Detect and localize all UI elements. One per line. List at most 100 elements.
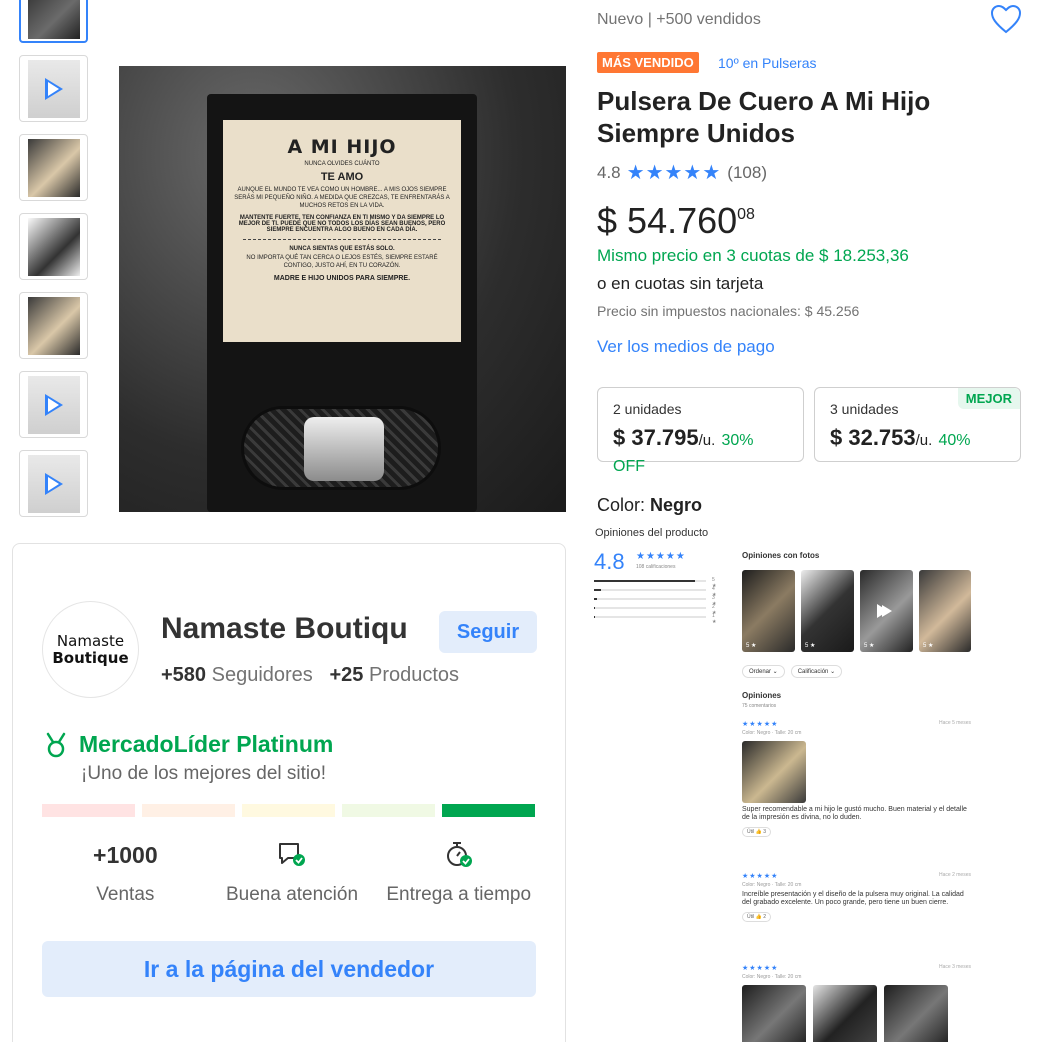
seller-name[interactable]: Namaste Boutiqu [161, 612, 408, 646]
review-stars-icon: ★★★★★ [742, 873, 779, 880]
review-photo[interactable] [742, 741, 806, 803]
review-photo[interactable] [742, 985, 806, 1042]
photo-opinions: 5 ★ 5 ★ 5 ★ 5 ★ [742, 570, 971, 652]
product-opinions: Opiniones del producto 4.8 ★★★★★ 108 cal… [593, 524, 983, 1042]
bulk-option-2[interactable]: 2 unidades $ 37.795/u. 30% OFF [597, 387, 804, 475]
card-heading: A MI HIJO [287, 136, 397, 158]
rating-summary[interactable]: 4.8 ★★★★★ (108) [597, 160, 767, 185]
review-item: ★★★★★ Hace 2 meses Color: Negro · Talle:… [742, 872, 971, 922]
seller-logo[interactable]: Namaste Boutique [42, 601, 139, 698]
sales-value: +1000 [93, 841, 158, 868]
mercadolider-subtitle: ¡Uno de los mejores del sitio! [81, 763, 326, 784]
color-selector: Color: Negro [597, 495, 702, 516]
review-date: Hace 5 meses [939, 720, 971, 726]
bracelet [241, 406, 441, 490]
thermometer-segment [342, 804, 435, 817]
best-seller-badge: MÁS VENDIDO [597, 52, 699, 73]
opinion-photo[interactable]: 5 ★ [919, 570, 971, 652]
metric-attention: Buena atención [209, 840, 376, 906]
opinions-title: Opiniones del producto [595, 527, 709, 539]
installments-text: Mismo precio en 3 cuotas de $ 18.253,36 [597, 246, 909, 265]
card-divider [243, 239, 441, 240]
bulk-discount: 40% [938, 432, 971, 449]
rating-distribution: 5 ★ 4 ★ 3 ★ 2 ★ 1 ★ [594, 577, 724, 625]
rating-bar: 3 ★ [594, 595, 716, 607]
rating-bar-fill [594, 598, 598, 600]
reputation-thermometer [42, 804, 535, 817]
price: $ 54.76008 [597, 200, 755, 242]
sales-label: Ventas [96, 884, 155, 905]
seller-stats: +580 Seguidores +25 Productos [161, 664, 459, 687]
thumbnail-5[interactable] [19, 292, 88, 359]
thermometer-segment [142, 804, 235, 817]
review-meta: Color: Negro · Talle: 20 cm [742, 730, 802, 736]
card-paragraph: NUNCA SIENTAS QUE ESTÁS SOLO. [289, 246, 395, 252]
category-rank-link[interactable]: 10º en Pulseras [718, 55, 817, 71]
useful-button[interactable]: Útil 👍 2 [742, 912, 772, 922]
thermometer-segment [242, 804, 335, 817]
card-closing: MADRE E HIJO UNIDOS PARA SIEMPRE. [273, 275, 411, 282]
rating-bar-fill [594, 589, 601, 591]
attention-label: Buena atención [225, 884, 359, 905]
thumbnail-image [27, 138, 80, 197]
thumbnail-3[interactable] [19, 134, 88, 201]
play-icon [44, 472, 63, 495]
condition-sold: Nuevo | +500 vendidos [597, 11, 761, 28]
rating-bar-fill [594, 607, 596, 609]
rating-bar: 1 ★ [594, 613, 716, 625]
bulk-price-row: $ 37.795/u. 30% OFF [613, 425, 788, 477]
mercadolider-title: MercadoLíder Platinum [79, 731, 334, 757]
thumbnail-video-2[interactable] [19, 371, 88, 438]
review-text: Super recomendable a mi hijo le gustó mu… [742, 806, 967, 821]
rating-filter-dropdown[interactable]: Calificación ⌄ [790, 665, 843, 678]
gift-box: A MI HIJO NUNCA OLVIDES CUÁNTO TE AMO AU… [207, 94, 477, 512]
follow-button[interactable]: Seguir [439, 611, 537, 653]
products-label: Productos [368, 664, 460, 686]
rating-bar: 4 ★ [594, 586, 716, 598]
card-paragraph: AUNQUE EL MUNDO TE VEA COMO UN HOMBRE...… [234, 187, 450, 209]
sort-dropdown[interactable]: Ordenar ⌄ [742, 665, 785, 678]
bulk-price: $ 32.753 [830, 425, 916, 450]
average-rating: 4.8 [594, 549, 625, 574]
opinion-photo[interactable]: 5 ★ [801, 570, 854, 652]
review-photos [742, 985, 971, 1042]
bracelet-clasp [304, 417, 384, 481]
chat-check-icon [279, 843, 305, 866]
opinion-photo[interactable]: 5 ★ [742, 570, 795, 652]
stars-icon: ★★★★★ [626, 162, 722, 184]
bulk-price: $ 37.795 [613, 425, 699, 450]
thumbnail-4[interactable] [19, 213, 88, 280]
price-integer: 54.760 [627, 200, 738, 241]
thumbnail-image [27, 217, 80, 276]
payment-methods-link[interactable]: Ver los medios de pago [597, 337, 775, 357]
review-item: ★★★★★ Hace 5 meses Color: Negro · Talle:… [742, 720, 971, 837]
opinion-video[interactable]: 5 ★ [860, 570, 913, 652]
useful-button[interactable]: Útil 👍 3 [742, 827, 772, 837]
photo-score: 5 ★ [864, 643, 875, 649]
card-heading-2: TE AMO [320, 171, 364, 183]
review-meta: Color: Negro · Talle: 20 cm [742, 882, 802, 888]
review-meta: Color: Negro · Talle: 20 cm [742, 974, 802, 980]
metric-delivery: Entrega a tiempo [375, 840, 542, 906]
products-count: +25 [329, 664, 364, 686]
comments-count: 75 comentarios [742, 703, 777, 709]
thumbnail-video-3[interactable] [19, 450, 88, 517]
play-icon [876, 604, 892, 618]
review-photo[interactable] [813, 985, 877, 1042]
review-date: Hace 3 meses [939, 964, 971, 970]
bulk-units: 2 unidades [613, 401, 682, 417]
thumbnail-1[interactable] [19, 0, 88, 43]
bulk-option-3[interactable]: MEJOR 3 unidades $ 32.753/u. 40% [814, 387, 1021, 462]
bulk-per-unit: /u. [698, 432, 716, 449]
heart-icon[interactable] [990, 4, 1022, 34]
seller-page-button[interactable]: Ir a la página del vendedor [42, 941, 536, 997]
thumbnail-video-1[interactable] [19, 55, 88, 122]
timer-check-icon [446, 842, 472, 867]
main-product-image[interactable]: A MI HIJO NUNCA OLVIDES CUÁNTO TE AMO AU… [119, 66, 566, 512]
seller-card: Namaste Boutique Namaste Boutiqu Seguir … [12, 543, 566, 1042]
rating-bar: 5 ★ [594, 577, 716, 589]
bulk-price-row: $ 32.753/u. 40% [830, 425, 1005, 451]
review-photo[interactable] [884, 985, 948, 1042]
seller-logo-line1: Namaste [56, 631, 125, 650]
photo-score: 5 ★ [923, 643, 934, 649]
